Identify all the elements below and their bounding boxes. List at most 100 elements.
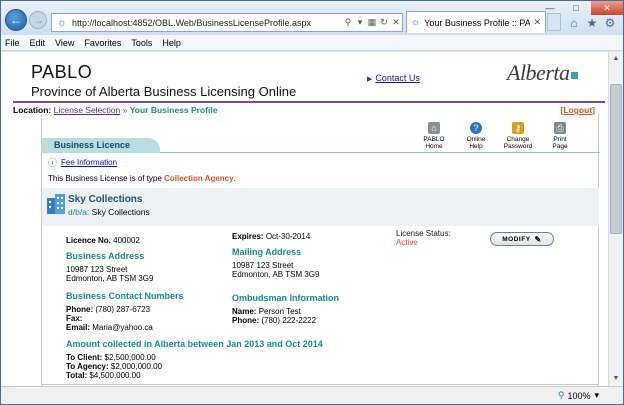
brand-title: PABLO [31,62,93,82]
menu-bar: File Edit View Favorites Tools Help [1,35,623,51]
contact-us-link[interactable]: Contact Us [375,73,420,83]
dba-label: d/b/a: [68,207,90,217]
menu-tools[interactable]: Tools [131,38,152,48]
arrow-right-icon: ▶ [367,76,373,83]
status-bar: ⚲ 100% ▾ [1,386,623,404]
change-password-button[interactable]: ⚷ Change Password [498,122,538,150]
scroll-down-icon[interactable]: ▼ [609,372,623,386]
ie-page-icon: ☼ [56,16,68,29]
ombudsman-title: Ombudsman Information [232,293,340,303]
edit-icon: ✎ [534,234,542,244]
pablo-home-button[interactable]: ⌂ PABLO Home [414,122,454,150]
alberta-logo-text: Alberta [507,60,570,85]
licence-tab-line [160,152,600,153]
scroll-up-icon[interactable]: ▲ [609,52,623,66]
page-toolbar: ⌂ PABLO Home ? Online Help ⚷ Change Pass… [414,122,582,150]
amount-collected: Amount collected in Alberta between Jan … [66,339,323,381]
mailing-address: Mailing Address 10987 123 Street Edmonto… [232,248,320,280]
logo-square-icon [570,72,578,79]
business-address-title: Business Address [66,251,145,261]
phone-value: (780) 287-6723 [95,305,151,314]
fax-label: Fax: [66,314,83,323]
tool-label: Online [466,136,486,143]
tool-label: PABLO [423,136,445,143]
stop-icon[interactable]: ✕ [390,17,402,28]
gear-icon[interactable]: ⚙ [603,16,617,30]
refresh-icon[interactable]: ↻ [378,17,390,28]
expires-value: Oct-30-2014 [265,232,311,241]
search-icon[interactable]: ⚲ [342,17,354,28]
tab-title: Your Business Profile :: PAB... [424,17,531,28]
vertical-scrollbar[interactable]: ▲ ▼ [608,52,623,386]
licence-no-label: Licence No. [66,236,111,245]
menu-help[interactable]: Help [162,38,181,48]
status-badge: Active [396,238,418,247]
expires-label: Expires: [232,232,264,241]
online-help-button[interactable]: ? Online Help [456,122,496,150]
print-icon: ⎙ [554,122,566,134]
to-client-value: $2,500,000.00 [104,353,156,362]
forward-button[interactable]: → [29,11,47,29]
licence-tab: Business Licence [42,138,160,153]
zoom-dropdown-icon[interactable]: ▾ [594,390,599,401]
zoom-control[interactable]: ⚲ 100% ▾ [558,390,599,401]
back-button[interactable]: ← [5,9,27,31]
favorites-star-icon[interactable]: ★ [585,16,599,30]
licence-type-value: Collection Agency [164,174,234,183]
fee-information-link[interactable]: Fee Information [61,158,117,167]
type-prefix: This Business License is of type [48,174,162,183]
menu-edit[interactable]: Edit [30,38,46,48]
window-close-button[interactable]: ✕ [591,1,623,15]
tool-label: Password [503,143,533,150]
alberta-logo: Alberta [507,60,578,86]
print-page-button[interactable]: ⎙ Print Page [540,122,580,150]
address-bar[interactable]: ☼ http://localhost:4852/OBL.Web/Business… [51,13,403,32]
to-agency-label: To Agency: [66,362,109,371]
menu-view[interactable]: View [55,38,74,48]
site-header: PABLO Province of Alberta Business Licen… [31,62,296,99]
tab-close-icon[interactable]: ✕ [533,17,541,28]
mailing-address-line2: Edmonton, AB TSM 3G9 [232,270,320,279]
amount-title: Amount collected in Alberta between Jan … [66,339,323,349]
page-viewport: PABLO Province of Alberta Business Licen… [1,52,608,386]
home-icon[interactable]: ⌂ [567,16,581,30]
ombudsman-info: Ombudsman Information Name: Person Test … [232,293,340,326]
home-icon: ⌂ [428,122,440,134]
minimize-button[interactable]: — [537,1,563,15]
header-divider [13,101,605,103]
licence-panel: ⌂ PABLO Home ? Online Help ⚷ Change Pass… [41,114,600,386]
business-address-line1: 10987 123 Street [66,265,128,274]
type-suffix: . [233,174,236,183]
modify-label: MODIFY [502,235,531,243]
site-subtitle: Province of Alberta Business Licensing O… [31,84,297,99]
dba-value: Sky Collections [91,207,150,217]
tool-label: Change [506,136,530,143]
browser-window: ← → ☼ http://localhost:4852/OBL.Web/Busi… [0,0,624,405]
url-text[interactable]: http://localhost:4852/OBL.Web/BusinessLi… [72,18,342,28]
mailing-address-line1: 10987 123 Street [232,261,294,270]
zoom-icon: ⚲ [557,390,565,400]
menu-file[interactable]: File [5,38,20,48]
menu-favorites[interactable]: Favorites [84,38,121,48]
business-address-line2: Edmonton, AB TSM 3G9 [66,274,154,283]
business-header: Sky Collections d/b/a: Sky Collections [42,188,599,226]
compat-icon[interactable]: ▦ [366,17,378,28]
scroll-thumb[interactable] [610,84,622,234]
omb-name-label: Name: [232,307,257,316]
status-label: License Status: [396,229,451,238]
omb-phone-value: (780) 222-2222 [261,316,317,325]
new-tab-button[interactable] [547,13,561,31]
expires: Expires: Oct-30-2014 [232,232,310,241]
zoom-level: 100% [567,390,591,401]
licence-type-line: This Business License is of type Collect… [48,174,236,183]
maximize-button[interactable]: □ [563,1,589,15]
dropdown-icon[interactable]: ▾ [354,17,366,28]
modify-button[interactable]: MODIFY ✎ [490,232,554,246]
browser-tab[interactable]: ☼ Your Business Profile :: PAB... ✕ [406,11,546,33]
help-icon: ? [470,122,482,134]
licence-number: Licence No. 400002 [66,236,140,245]
licence-no-value: 400002 [113,236,140,245]
license-status: License Status: Active [396,229,451,247]
contact-numbers-title: Business Contact Numbers [66,291,184,301]
business-dba: d/b/a: Sky Collections [68,207,150,217]
